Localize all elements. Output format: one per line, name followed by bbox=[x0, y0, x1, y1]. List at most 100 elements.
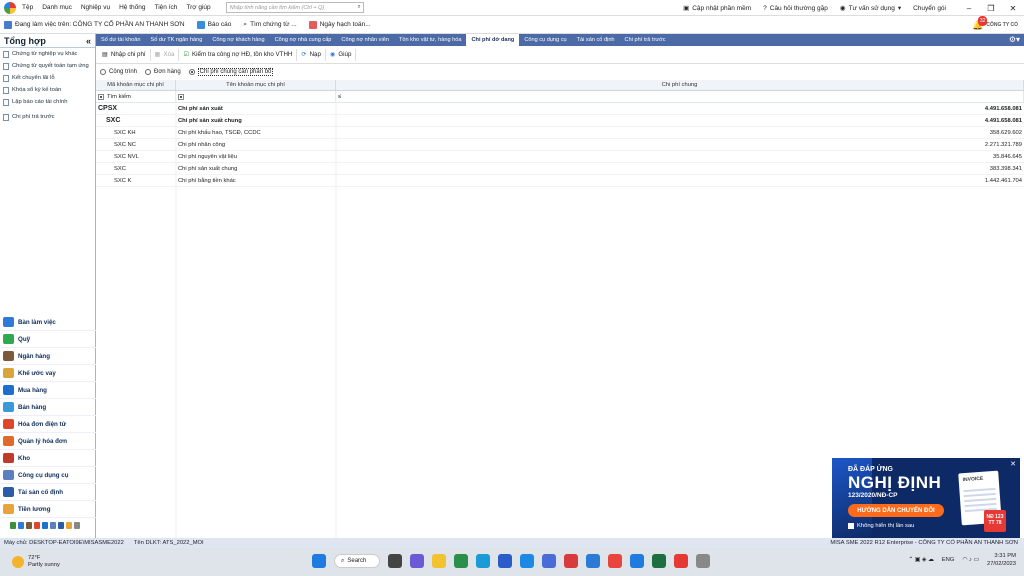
table-row[interactable]: CPSX Chi phí sản xuất 4.491.658.081 bbox=[96, 103, 1024, 115]
tab-employee-debt[interactable]: Công nợ nhân viên bbox=[336, 34, 394, 46]
module-tools[interactable]: Công cụ dụng cụ bbox=[0, 467, 96, 484]
excel-icon[interactable] bbox=[652, 554, 666, 568]
table-row[interactable]: SXC NC Chi phí nhân công 2.271.321.789 bbox=[96, 139, 1024, 151]
left-item-advance-settlement[interactable]: Chứng từ quyết toán tạm ứng bbox=[0, 60, 95, 72]
shortcut-icon[interactable] bbox=[42, 521, 48, 529]
accounting-date-button[interactable]: Ngày hạch toán... bbox=[308, 20, 371, 29]
tab-tools[interactable]: Công cụ dụng cụ bbox=[519, 34, 571, 46]
filter-code[interactable]: Tìm kiếm bbox=[96, 91, 176, 102]
module-einvoice[interactable]: Hóa đơn điện tử bbox=[0, 416, 96, 433]
app-icon[interactable] bbox=[520, 554, 534, 568]
feature-search-input[interactable]: Nhập tính năng cần tìm kiếm (Ctrl + Q) ⌕ bbox=[225, 2, 364, 13]
weather-widget[interactable]: 72°F Partly sunny bbox=[0, 555, 150, 569]
edge-icon[interactable] bbox=[476, 554, 490, 568]
filter-amount[interactable]: ≤ bbox=[336, 91, 1024, 102]
table-row[interactable]: SXC NVL Chi phí nguyên vật liệu 35.846.645 bbox=[96, 151, 1024, 163]
module-purchase[interactable]: Mua hàng bbox=[0, 382, 96, 399]
help-button[interactable]: ◉ Giúp bbox=[326, 48, 357, 61]
tab-customer-debt[interactable]: Công nợ khách hàng bbox=[207, 34, 269, 46]
column-header-amount[interactable]: Chi phí chung bbox=[336, 80, 1024, 90]
app-icon[interactable] bbox=[630, 554, 644, 568]
menu-file[interactable]: Tệp bbox=[22, 4, 33, 11]
module-payroll[interactable]: Tiền lương bbox=[0, 501, 96, 518]
module-cash[interactable]: Quỹ bbox=[0, 331, 96, 348]
module-loan[interactable]: Khế ước vay bbox=[0, 365, 96, 382]
table-row[interactable]: SXC Chi phí sản xuất chung 383.398.341 bbox=[96, 163, 1024, 175]
close-button[interactable]: ✕ bbox=[1002, 4, 1024, 13]
shortcut-icon[interactable] bbox=[18, 521, 24, 529]
check-debt-button[interactable]: ☑ Kiểm tra công nợ HĐ, tồn kho VTHH bbox=[179, 48, 298, 61]
module-bank[interactable]: Ngân hàng bbox=[0, 348, 96, 365]
filter-name[interactable] bbox=[176, 91, 336, 102]
module-invoice-management[interactable]: Quản lý hóa đơn bbox=[0, 433, 96, 450]
table-row[interactable]: SXC Chi phí sản xuất chung 4.491.658.081 bbox=[96, 115, 1024, 127]
module-workspace[interactable]: Bàn làm việc bbox=[0, 314, 96, 331]
left-item-prepaid-expenses[interactable]: Chi phí trả trước bbox=[0, 111, 95, 123]
chrome-icon[interactable] bbox=[608, 554, 622, 568]
task-view-icon[interactable] bbox=[388, 554, 402, 568]
radio-common-cost[interactable]: Chi phí chung cần phân bổ bbox=[188, 68, 274, 76]
table-row[interactable]: SXC KH Chi phí khấu hao, TSCĐ, CCDC 358.62… bbox=[96, 127, 1024, 139]
search-icon[interactable]: ⌕ bbox=[358, 4, 361, 11]
menu-catalog[interactable]: Danh mục bbox=[42, 4, 72, 11]
tab-wip-cost[interactable]: Chi phí dở dang bbox=[466, 34, 520, 46]
app-icon[interactable] bbox=[564, 554, 578, 568]
left-item-financial-report[interactable]: Lập báo cáo tài chính bbox=[0, 96, 95, 108]
chat-icon[interactable] bbox=[410, 554, 424, 568]
consult-button[interactable]: ◉ Tư vấn sử dụng ▾ bbox=[840, 4, 901, 13]
maximize-button[interactable]: ❐ bbox=[980, 4, 1002, 13]
windows-start-icon[interactable] bbox=[312, 554, 326, 568]
wifi-icon[interactable]: ◠ ♪ ▭ bbox=[962, 557, 979, 563]
import-cost-button[interactable]: ▤ Nhập chi phí bbox=[98, 48, 151, 61]
collapse-panel-button[interactable]: « bbox=[86, 36, 91, 46]
workplace-selector[interactable]: Đang làm việc trên: CÔNG TY CỔ PHẦN AN T… bbox=[4, 20, 185, 29]
module-fixed-assets[interactable]: Tài sản cố định bbox=[0, 484, 96, 501]
find-document-button[interactable]: ⌕ Tìm chứng từ ... bbox=[243, 21, 296, 29]
menu-help[interactable]: Trợ giúp bbox=[186, 4, 210, 11]
column-header-name[interactable]: Tên khoản mục chi phí bbox=[176, 80, 336, 90]
misa-icon[interactable] bbox=[674, 554, 688, 568]
app-icon[interactable] bbox=[498, 554, 512, 568]
tab-inventory[interactable]: Tồn kho vật tư, hàng hóa bbox=[394, 34, 467, 46]
menu-utilities[interactable]: Tiện ích bbox=[155, 4, 178, 11]
file-explorer-icon[interactable] bbox=[432, 554, 446, 568]
shortcut-icon[interactable] bbox=[34, 521, 40, 529]
module-warehouse[interactable]: Kho bbox=[0, 450, 96, 467]
left-item-other-vouchers[interactable]: Chứng từ nghiệp vụ khác bbox=[0, 48, 95, 60]
shortcut-icon[interactable] bbox=[58, 521, 64, 529]
tab-prepaid[interactable]: Chi phí trả trước bbox=[620, 34, 671, 46]
column-header-code[interactable]: Mã khoản mục chi phí bbox=[96, 80, 176, 90]
tab-bank-balance[interactable]: Số dư TK ngân hàng bbox=[146, 34, 208, 46]
app-icon[interactable] bbox=[586, 554, 600, 568]
promo-guide-button[interactable]: HƯỚNG DẪN CHUYỂN ĐỔI bbox=[848, 504, 944, 517]
module-sales[interactable]: Bán hàng bbox=[0, 399, 96, 416]
left-item-lock-period[interactable]: Khóa sổ kỳ kế toán bbox=[0, 84, 95, 96]
radio-project[interactable]: Công trình bbox=[100, 69, 137, 75]
menu-system[interactable]: Hệ thống bbox=[119, 4, 145, 11]
tab-supplier-debt[interactable]: Công nợ nhà cung cấp bbox=[270, 34, 337, 46]
minimize-button[interactable]: – bbox=[958, 4, 980, 13]
dont-show-again-checkbox[interactable]: Không hiển thị lần sau bbox=[848, 523, 914, 529]
language-indicator[interactable]: ENG bbox=[942, 557, 955, 563]
tab-account-balance[interactable]: Số dư tài khoản bbox=[96, 34, 146, 46]
shortcut-icon[interactable] bbox=[10, 521, 16, 529]
radio-order[interactable]: Đơn hàng bbox=[145, 69, 181, 75]
tab-fixed-assets[interactable]: Tài sản cố định bbox=[572, 34, 620, 46]
shortcut-icon[interactable] bbox=[26, 521, 32, 529]
delete-button[interactable]: ▦ Xóa bbox=[151, 48, 180, 61]
tray-icons[interactable]: ⌃ ▣ ◈ ☁ bbox=[908, 557, 933, 563]
app-icon[interactable] bbox=[454, 554, 468, 568]
close-icon[interactable]: ✕ bbox=[1010, 460, 1016, 468]
gear-icon[interactable]: ⚙▾ bbox=[1009, 35, 1020, 44]
shortcut-icon[interactable] bbox=[66, 521, 72, 529]
shortcut-icon[interactable] bbox=[74, 521, 80, 529]
shortcut-icon[interactable] bbox=[50, 521, 56, 529]
clock[interactable]: 3:31 PM 27/02/2023 bbox=[987, 552, 1016, 568]
report-button[interactable]: Báo cáo bbox=[196, 20, 231, 29]
left-item-profit-loss[interactable]: Kết chuyển lãi lỗ bbox=[0, 72, 95, 84]
change-plan-button[interactable]: Chuyển gói bbox=[913, 5, 946, 12]
app-icon[interactable] bbox=[696, 554, 710, 568]
load-button[interactable]: ⟳ Nạp bbox=[297, 48, 326, 61]
taskbar-search[interactable]: ⌕ Search bbox=[334, 554, 380, 568]
notification-bell-icon[interactable]: 🔔 32 bbox=[972, 16, 988, 30]
